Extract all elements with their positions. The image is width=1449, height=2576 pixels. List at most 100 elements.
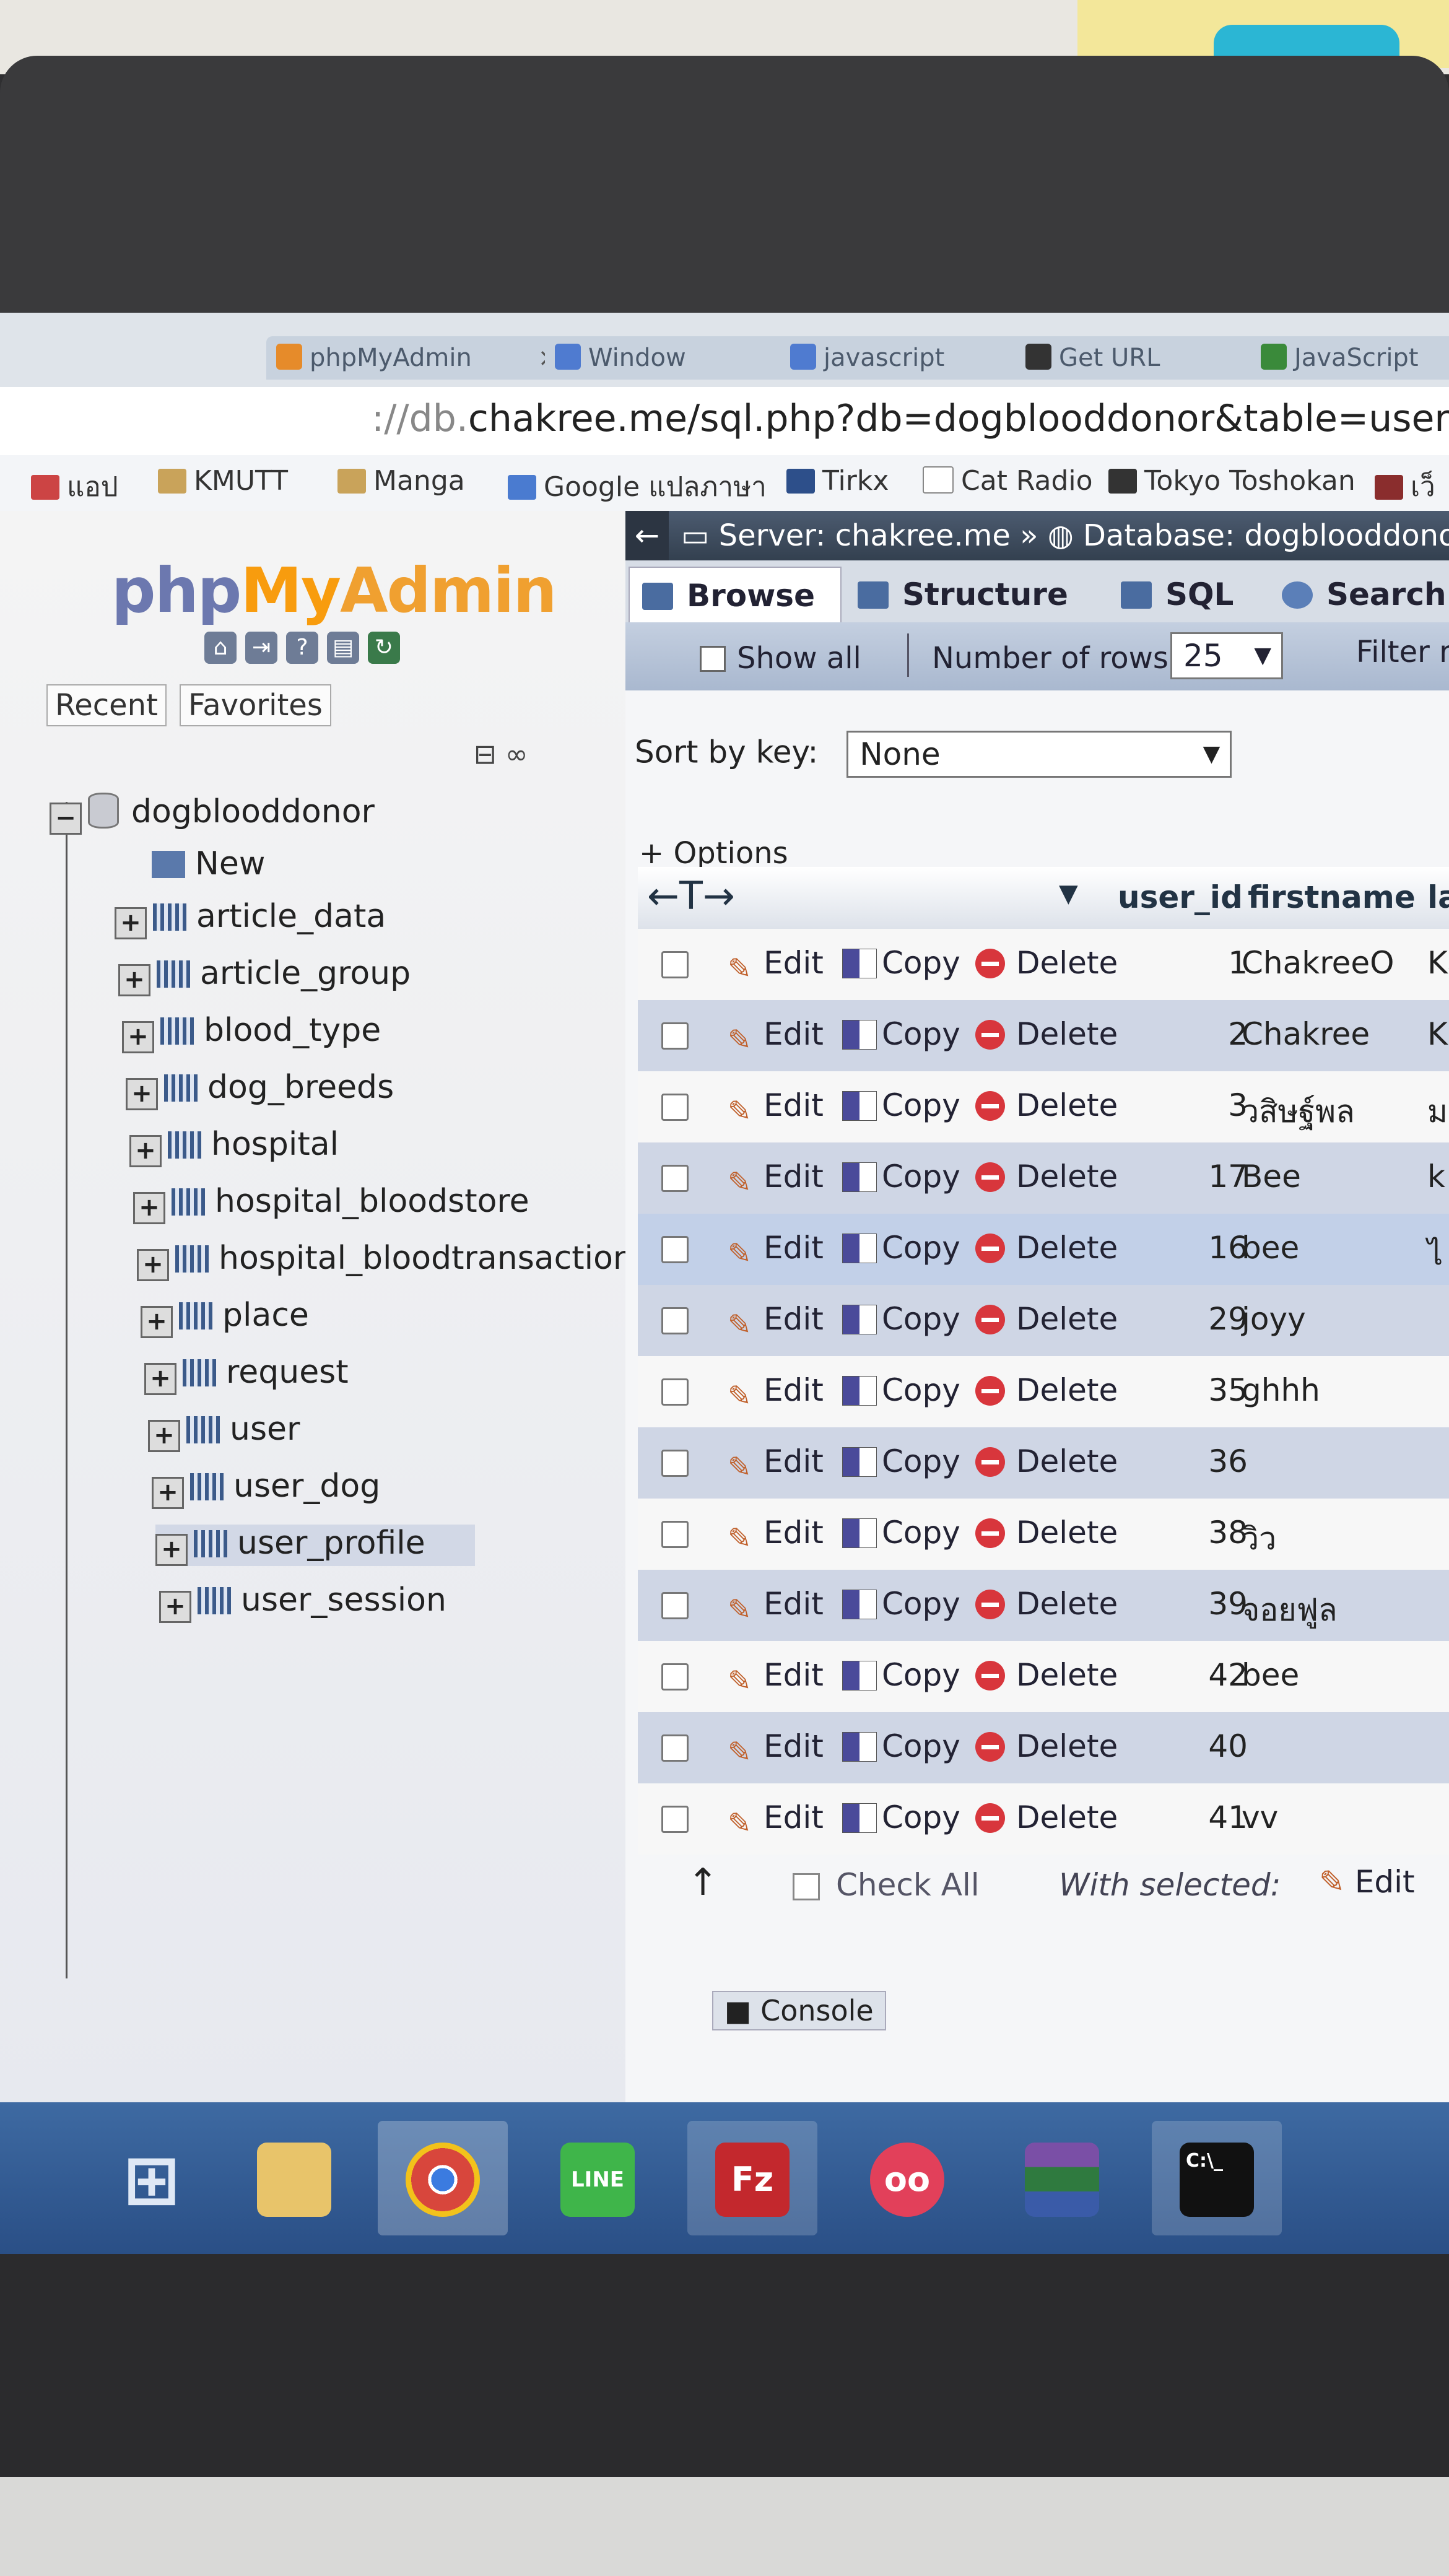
tree-table-hospital-bloodtransaction[interactable]: + hospital_bloodtransaction bbox=[137, 1240, 633, 1281]
taskbar-explorer[interactable] bbox=[229, 2121, 359, 2235]
expand-icon[interactable]: + bbox=[122, 1021, 154, 1053]
delete-link[interactable]: Delete bbox=[975, 1515, 1118, 1551]
copy-link[interactable]: Copy bbox=[842, 1728, 960, 1764]
table-row[interactable]: ✎ Edit Copy Delete 42 bee bbox=[638, 1641, 1449, 1712]
column-header-firstname[interactable]: firstname bbox=[1248, 879, 1416, 915]
expand-icon[interactable]: + bbox=[115, 907, 147, 939]
edit-link[interactable]: ✎ Edit bbox=[728, 1728, 824, 1769]
options-toggle[interactable]: + Options bbox=[639, 836, 788, 871]
copy-link[interactable]: Copy bbox=[842, 1230, 960, 1266]
delete-link[interactable]: Delete bbox=[975, 1016, 1118, 1052]
table-row[interactable]: ✎ Edit Copy Delete 2 Chakree K bbox=[638, 1000, 1449, 1071]
edit-link[interactable]: ✎ Edit bbox=[728, 1372, 824, 1412]
table-row[interactable]: ✎ Edit Copy Delete 16 bee ไ bbox=[638, 1214, 1449, 1285]
sort-down-icon[interactable]: ▼ bbox=[1059, 879, 1078, 908]
bookmark-folder[interactable]: KMUTT bbox=[158, 465, 288, 497]
row-checkbox[interactable] bbox=[661, 1378, 689, 1406]
tab-sql[interactable]: SQL bbox=[1108, 567, 1257, 622]
table-row[interactable]: ✎ Edit Copy Delete 41 vv bbox=[638, 1783, 1449, 1855]
tree-table-article-data[interactable]: + article_data bbox=[115, 898, 386, 939]
expand-icon[interactable]: + bbox=[141, 1306, 173, 1338]
edit-link[interactable]: ✎ Edit bbox=[728, 1586, 824, 1626]
expand-icon[interactable]: + bbox=[144, 1363, 176, 1395]
start-button[interactable]: ⊞ bbox=[87, 2121, 217, 2235]
delete-link[interactable]: Delete bbox=[975, 1799, 1118, 1835]
console-tab[interactable]: ■ Console bbox=[712, 1991, 886, 2030]
sort-select[interactable]: None ▼ bbox=[846, 731, 1232, 778]
breadcrumb-server[interactable]: Server: chakree.me bbox=[719, 518, 1011, 553]
recent-button[interactable]: Recent bbox=[46, 684, 167, 726]
tab-search[interactable]: Search bbox=[1269, 567, 1449, 622]
tree-table-article-group[interactable]: + article_group bbox=[118, 955, 411, 996]
edit-link[interactable]: ✎ Edit bbox=[728, 1301, 824, 1341]
collapse-icon[interactable]: − bbox=[50, 803, 82, 835]
browser-tab[interactable]: javascript× bbox=[780, 336, 1046, 380]
table-row[interactable]: ✎ Edit Copy Delete 38 วิว bbox=[638, 1499, 1449, 1570]
tab-browse[interactable]: Browse bbox=[629, 567, 842, 624]
tree-table-user-dog[interactable]: + user_dog bbox=[152, 1468, 380, 1509]
tree-table-user-profile[interactable]: + user_profile bbox=[155, 1525, 475, 1566]
expand-icon[interactable]: + bbox=[155, 1534, 188, 1566]
copy-link[interactable]: Copy bbox=[842, 945, 960, 981]
table-row[interactable]: ✎ Edit Copy Delete 39 จอยฟูล bbox=[638, 1570, 1449, 1641]
delete-link[interactable]: Delete bbox=[975, 1301, 1118, 1337]
tab-structure[interactable]: Structure bbox=[845, 567, 1087, 622]
row-checkbox[interactable] bbox=[661, 1236, 689, 1263]
table-row[interactable]: ✎EditCopyDelete1ChakreeOKa bbox=[638, 929, 1449, 1000]
browser-tab[interactable]: Get URL× bbox=[1016, 336, 1282, 380]
address-bar[interactable]: ://db.chakree.me/sql.php?db=dogblooddono… bbox=[0, 387, 1449, 456]
copy-link[interactable]: Copy bbox=[842, 1159, 960, 1194]
table-row[interactable]: ✎ Edit Copy Delete 29 joyy bbox=[638, 1285, 1449, 1356]
bookmark-apps[interactable]: แอป bbox=[31, 465, 118, 508]
row-checkbox[interactable] bbox=[661, 1663, 689, 1690]
delete-link[interactable]: Delete bbox=[975, 1087, 1118, 1123]
help-icon[interactable]: ? bbox=[286, 632, 318, 664]
tree-table-blood-type[interactable]: + blood_type bbox=[122, 1012, 381, 1053]
favorites-button[interactable]: Favorites bbox=[180, 684, 331, 726]
tree-table-dog-breeds[interactable]: + dog_breeds bbox=[126, 1069, 394, 1110]
copy-link[interactable]: Copy bbox=[842, 1443, 960, 1479]
taskbar-winrar[interactable] bbox=[997, 2121, 1127, 2235]
delete-link[interactable]: Delete bbox=[975, 1586, 1118, 1622]
check-all-label[interactable]: Check All bbox=[836, 1867, 980, 1903]
tree-db-node[interactable]: − dogblooddonor bbox=[50, 793, 375, 835]
row-checkbox[interactable] bbox=[661, 1022, 689, 1050]
browser-tab[interactable]: JavaScript bbox=[1251, 336, 1449, 380]
rows-select[interactable]: 25 ▼ bbox=[1170, 632, 1283, 679]
tree-new-table[interactable]: New bbox=[152, 845, 265, 882]
tree-table-user-session[interactable]: + user_session bbox=[159, 1582, 446, 1623]
tree-table-place[interactable]: + place bbox=[141, 1297, 309, 1338]
edit-link[interactable]: ✎ Edit bbox=[728, 1515, 824, 1555]
delete-link[interactable]: Delete bbox=[975, 1372, 1118, 1408]
column-toggle-arrows[interactable]: ←T→ bbox=[647, 873, 735, 918]
copy-link[interactable]: Copy bbox=[842, 1586, 960, 1622]
expand-icon[interactable]: + bbox=[129, 1135, 162, 1167]
bookmark-link[interactable]: Cat Radio bbox=[923, 465, 1093, 497]
copy-link[interactable]: Copy bbox=[842, 1515, 960, 1551]
collapse-arrow-icon[interactable]: ← bbox=[625, 511, 669, 560]
bookmark-link[interactable]: เว็ bbox=[1375, 465, 1435, 508]
edit-link[interactable]: ✎ Edit bbox=[728, 945, 824, 985]
row-checkbox[interactable] bbox=[661, 1450, 689, 1477]
row-checkbox[interactable] bbox=[661, 1592, 689, 1619]
phpmyadmin-logo[interactable]: phpMyAdmin bbox=[111, 554, 557, 627]
copy-link[interactable]: Copy bbox=[842, 1372, 960, 1408]
link-with-main-icon[interactable]: ∞ bbox=[505, 739, 528, 770]
bookmark-link[interactable]: Google แปลภาษา bbox=[508, 465, 767, 508]
reload-icon[interactable]: ↻ bbox=[368, 632, 400, 664]
delete-link[interactable]: Delete bbox=[975, 1230, 1118, 1266]
row-checkbox[interactable] bbox=[661, 1521, 689, 1548]
copy-link[interactable]: Copy bbox=[842, 1087, 960, 1123]
edit-link[interactable]: ✎ Edit bbox=[728, 1016, 824, 1056]
expand-icon[interactable]: + bbox=[137, 1249, 169, 1281]
bookmark-link[interactable]: Tirkx bbox=[786, 465, 889, 497]
collapse-all-icon[interactable]: ⊟ bbox=[474, 739, 497, 770]
tree-table-hospital[interactable]: + hospital bbox=[129, 1126, 339, 1167]
row-checkbox[interactable] bbox=[661, 1734, 689, 1762]
taskbar-filezilla[interactable]: Fz bbox=[687, 2121, 817, 2235]
delete-link[interactable]: Delete bbox=[975, 945, 1118, 981]
table-row[interactable]: ✎ Edit Copy Delete 35 ghhh bbox=[638, 1356, 1449, 1427]
row-checkbox[interactable] bbox=[661, 1165, 689, 1192]
browser-tab[interactable]: Window× bbox=[545, 336, 811, 380]
column-header-user-id[interactable]: user_id bbox=[1118, 879, 1243, 915]
